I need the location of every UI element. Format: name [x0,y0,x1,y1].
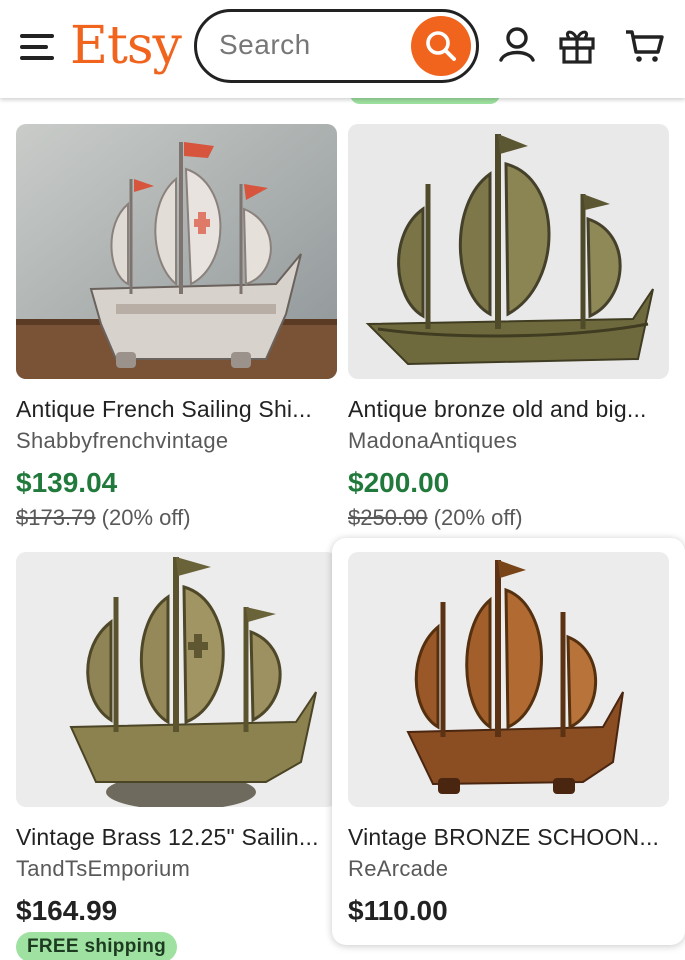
product-image[interactable] [16,124,337,379]
cart-icon[interactable] [624,24,666,66]
shop-name: ReArcade [348,856,449,881]
free-shipping-badge: FREE shipping [16,932,178,960]
discount-label: (20% off) [433,505,523,530]
etsy-logo[interactable]: Etsy [70,14,182,78]
price: $110.00 [348,895,448,926]
product-image[interactable] [348,552,669,807]
search-button[interactable] [411,16,471,76]
product-card[interactable]: Vintage Brass 12.25" Sailin... TandTsEmp… [0,538,337,960]
price: $164.99 [16,895,118,926]
product-image[interactable] [16,552,337,807]
product-card-selected[interactable]: Vintage BRONZE SCHOON... ReArcade $110.0… [332,538,685,945]
product-card[interactable]: Antique bronze old and big... MadonaAnti… [332,110,669,540]
product-title[interactable]: Vintage Brass 12.25" Sailin... [16,824,334,851]
original-price-line: $250.00 (20% off) [348,505,523,531]
original-price: $250.00 [348,505,428,530]
discount-label: (20% off) [101,505,191,530]
original-price: $173.79 [16,505,96,530]
search-input[interactable]: Search [194,9,479,83]
menu-icon[interactable] [20,34,54,60]
search-placeholder: Search [219,29,311,60]
top-header: Etsy Search [0,0,685,98]
shop-name: Shabbyfrenchvintage [16,428,229,453]
product-title[interactable]: Antique French Sailing Shi... [16,396,334,423]
product-card[interactable]: Antique French Sailing Shi... Shabbyfren… [0,110,337,540]
sale-price: $139.04 [16,467,118,498]
gift-icon[interactable] [556,24,598,66]
product-title[interactable]: Antique bronze old and big... [348,396,666,423]
search-icon [426,31,456,61]
sale-price: $200.00 [348,467,450,498]
original-price-line: $173.79 (20% off) [16,505,191,531]
product-title[interactable]: Vintage BRONZE SCHOON... [348,824,666,851]
product-image[interactable] [348,124,669,379]
shop-name: MadonaAntiques [348,428,518,453]
shop-name: TandTsEmporium [16,856,191,881]
user-icon[interactable] [496,24,538,66]
